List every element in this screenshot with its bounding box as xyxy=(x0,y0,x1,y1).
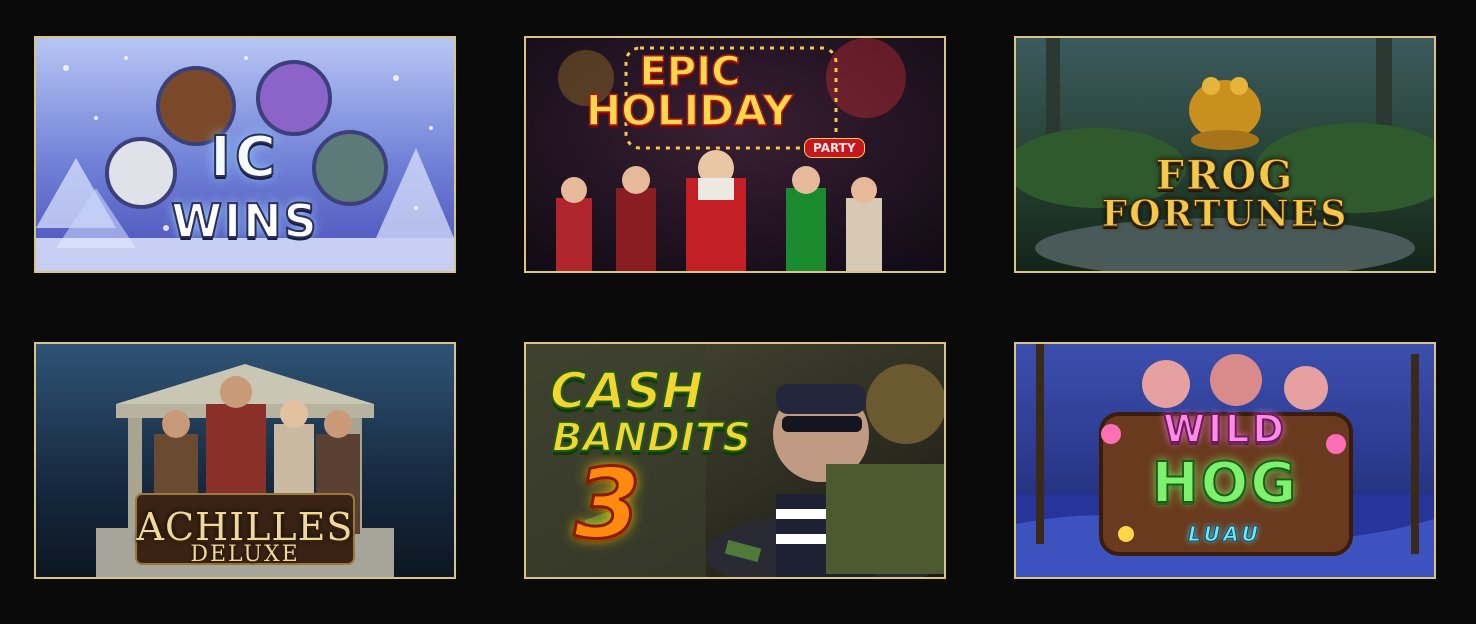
game-title-line-2: FORTUNES xyxy=(1101,193,1349,235)
game-title-number: 3 xyxy=(573,448,643,560)
game-grid: IC WINS EPIC HOLIDAY PARTY FROG FORTUNES… xyxy=(0,0,1476,624)
game-title-line-1: ACHILLES xyxy=(136,505,354,549)
game-title-line-2: HOG xyxy=(1151,451,1299,516)
game-tile-frog-fortunes[interactable]: FROG FORTUNES xyxy=(1014,36,1436,273)
game-title-badge: PARTY xyxy=(804,138,865,158)
game-tile-achilles-deluxe[interactable]: ACHILLES DELUXE xyxy=(34,342,456,579)
game-tile-ic-wins[interactable]: IC WINS xyxy=(34,36,456,273)
game-title-line-1: IC xyxy=(209,125,280,190)
game-title-line-1: CASH xyxy=(549,362,704,420)
game-tile-cash-bandits-3[interactable]: CASH BANDITS 3 xyxy=(524,342,946,579)
game-title-line-3: LUAU xyxy=(1188,522,1262,546)
game-title-line-2: WINS xyxy=(170,194,319,248)
game-title-line-2: HOLIDAY xyxy=(585,86,794,135)
game-tile-wild-hog-luau[interactable]: WILD HOG LUAU xyxy=(1014,342,1436,579)
game-title-line-2: DELUXE xyxy=(190,542,300,567)
game-title-line-1: WILD xyxy=(1162,407,1287,451)
game-tile-epic-holiday-party[interactable]: EPIC HOLIDAY PARTY xyxy=(524,36,946,273)
game-title-line-1: FROG xyxy=(1155,152,1295,199)
